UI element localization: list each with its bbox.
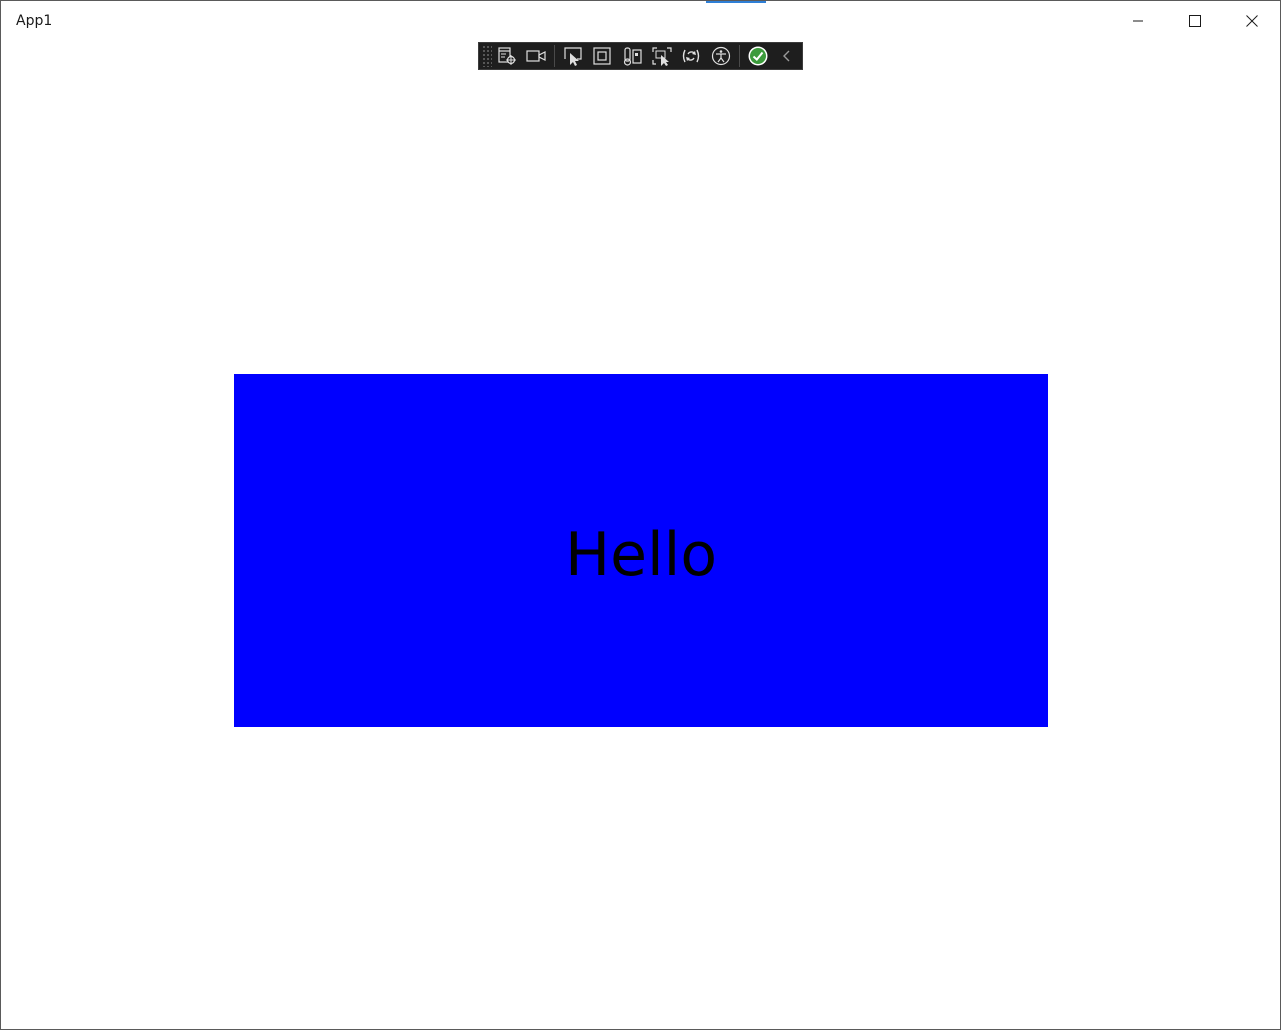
status-ok-icon[interactable]: [744, 43, 772, 69]
go-to-live-visual-tree-icon[interactable]: [493, 43, 521, 69]
collapse-toolbar-icon[interactable]: [773, 43, 801, 69]
accessibility-icon[interactable]: [707, 43, 735, 69]
close-button[interactable]: [1223, 1, 1280, 41]
display-layout-adorners-icon[interactable]: [589, 43, 617, 69]
blue-content-panel: Hello: [234, 374, 1048, 727]
xaml-debug-toolbar: [478, 42, 803, 70]
app-window: App1 Hello: [0, 0, 1281, 1030]
maximize-button[interactable]: [1166, 1, 1223, 41]
minimize-button[interactable]: [1109, 1, 1166, 41]
hello-text: Hello: [564, 519, 718, 590]
toolbar-grip[interactable]: [482, 45, 492, 67]
minimize-icon: [1132, 20, 1143, 22]
track-focus-icon[interactable]: [618, 43, 646, 69]
maximize-icon: [1188, 15, 1201, 27]
close-icon: [1245, 15, 1258, 27]
toolbar-separator: [554, 45, 556, 67]
select-element-icon[interactable]: [559, 43, 587, 69]
toolbar-separator: [738, 45, 740, 67]
select-element-on-hover-icon[interactable]: [648, 43, 676, 69]
record-icon[interactable]: [522, 43, 550, 69]
window-title: App1: [16, 13, 53, 29]
hot-reload-icon[interactable]: [678, 43, 706, 69]
titlebar-accent: [706, 1, 766, 3]
